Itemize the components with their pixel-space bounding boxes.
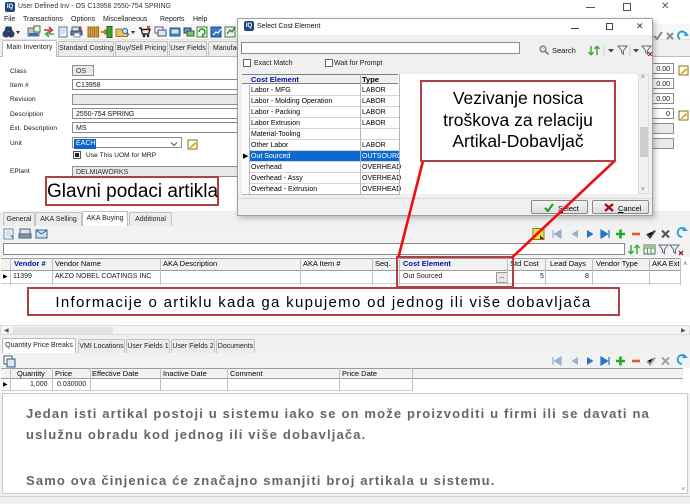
svg-text:Search: Search: [552, 46, 576, 55]
